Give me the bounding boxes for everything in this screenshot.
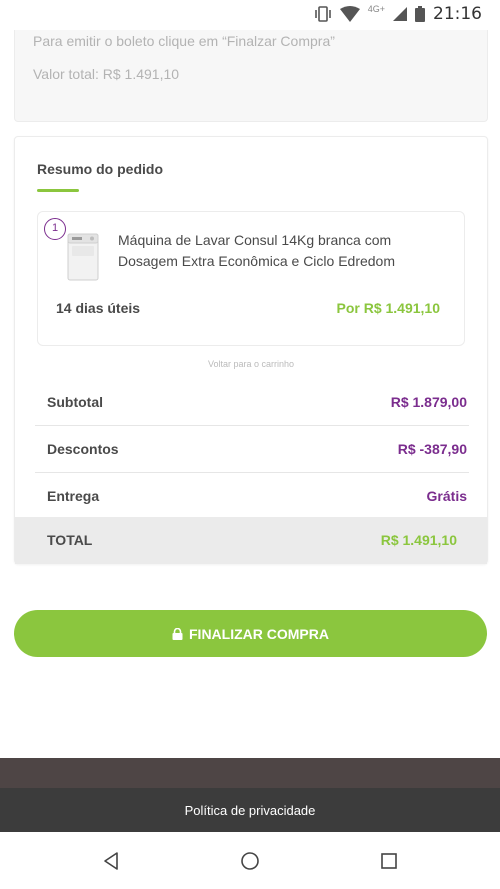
total-row: TOTAL R$ 1.491,10	[15, 517, 487, 564]
shipping-label: Entrega	[47, 488, 100, 504]
product-name: Máquina de Lavar Consul 14Kg branca com …	[118, 232, 396, 269]
washing-machine-image	[67, 233, 99, 281]
cart-item: 1 Máquina de Lavar Consul 14Kg branca co…	[37, 211, 465, 346]
subtotal-value: R$ 1.879,00	[390, 394, 467, 410]
item-price: Por R$ 1.491,10	[336, 300, 440, 316]
delivery-time: 14 dias úteis	[56, 300, 141, 316]
status-bar: 4G+ 21:16	[0, 0, 500, 30]
discount-label: Descontos	[47, 441, 119, 457]
footer-top-band	[0, 758, 500, 788]
order-summary-card: Resumo do pedido 1 Máquina de Lavar Cons…	[14, 136, 488, 564]
android-nav-bar	[0, 832, 500, 889]
total-value: R$ 1.491,10	[380, 532, 457, 548]
signal-icon	[393, 7, 407, 21]
subtotal-row: Subtotal R$ 1.879,00	[35, 379, 469, 426]
quantity-badge: 1	[44, 218, 66, 240]
home-icon[interactable]	[239, 850, 261, 872]
subtotal-label: Subtotal	[47, 394, 103, 410]
footer: Política de privacidade	[0, 788, 500, 832]
battery-icon	[415, 6, 425, 22]
network-type-label: 4G+	[367, 4, 385, 14]
discount-row: Descontos R$ -387,90	[35, 426, 469, 473]
discount-value: R$ -387,90	[397, 441, 467, 457]
finalize-purchase-label: FINALIZAR COMPRA	[189, 625, 329, 642]
lock-icon	[172, 627, 183, 640]
title-underline	[37, 189, 79, 192]
finalize-purchase-button[interactable]: FINALIZAR COMPRA	[14, 610, 487, 657]
clock: 21:16	[433, 4, 482, 24]
privacy-policy-link[interactable]: Política de privacidade	[185, 803, 316, 818]
back-icon[interactable]	[100, 850, 122, 872]
shipping-value: Grátis	[426, 488, 467, 504]
wifi-icon	[339, 6, 360, 22]
shipping-row: Entrega Grátis	[35, 473, 469, 520]
summary-title: Resumo do pedido	[37, 161, 163, 177]
boleto-instruction: Para emitir o boleto clique em “Finalzar…	[33, 33, 335, 49]
total-label: TOTAL	[47, 532, 93, 548]
vibrate-icon	[314, 6, 331, 22]
payment-total: Valor total: R$ 1.491,10	[33, 66, 180, 82]
status-icons: 4G+ 21:16	[314, 4, 482, 24]
back-to-cart-link[interactable]: Voltar para o carrinho	[15, 359, 487, 369]
recent-apps-icon[interactable]	[378, 850, 400, 872]
